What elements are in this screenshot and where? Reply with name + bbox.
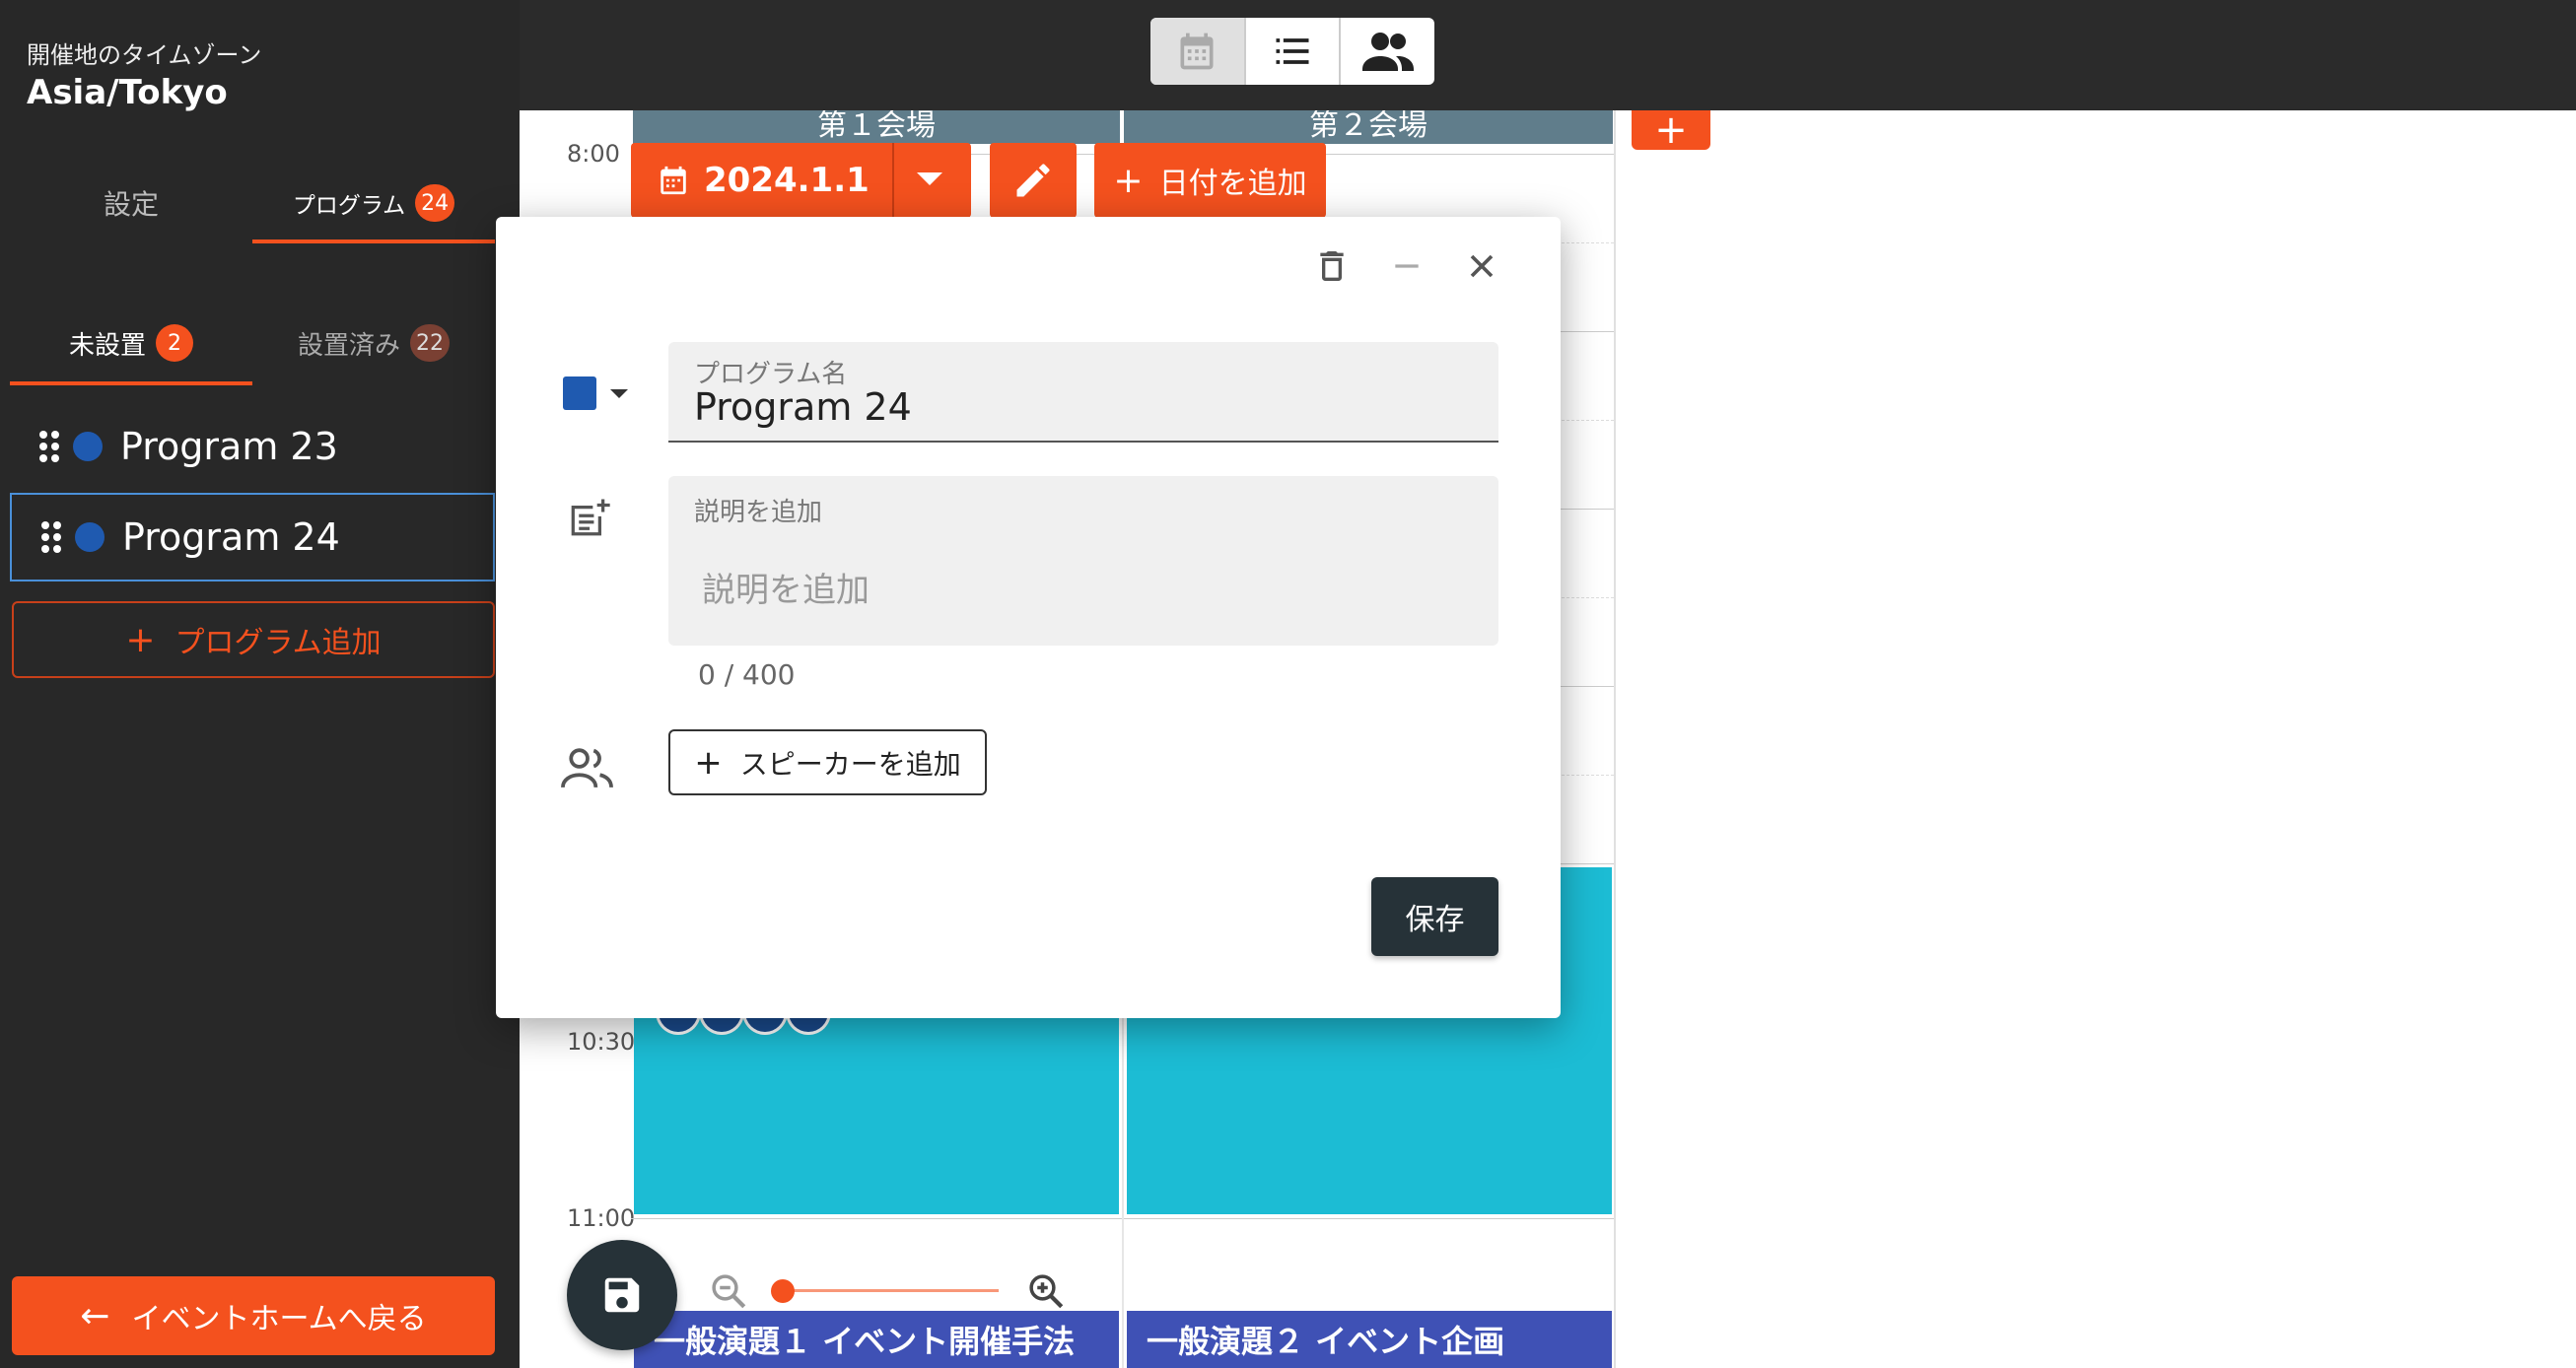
color-swatch xyxy=(563,376,596,410)
program-name: Program 23 xyxy=(120,425,338,468)
venue-header-1[interactable]: 第１会場 xyxy=(633,110,1120,144)
program-title: 一般演題１ イベント開催手法 xyxy=(654,1323,1076,1360)
back-to-event-home-button[interactable]: ← イベントホームへ戻る xyxy=(12,1276,495,1355)
description-placeholder: 説明を追加 xyxy=(702,571,870,610)
plus-icon: + xyxy=(1654,107,1688,153)
tab-settings[interactable]: 設定 xyxy=(10,163,252,243)
program-name-value: Program 24 xyxy=(694,385,912,429)
chevron-down-icon xyxy=(610,388,628,398)
save-button[interactable]: 保存 xyxy=(1371,877,1498,956)
top-bar xyxy=(520,0,2576,110)
program-color-dot xyxy=(73,432,103,461)
zoom-thumb[interactable] xyxy=(771,1279,795,1303)
trash-icon[interactable] xyxy=(1312,246,1352,286)
add-note-icon xyxy=(571,499,610,536)
pencil-icon xyxy=(1016,164,1050,197)
subtab-unplaced-label: 未設置 xyxy=(68,330,146,361)
edit-date-button[interactable] xyxy=(990,143,1077,218)
calendar-icon xyxy=(661,166,686,195)
unplaced-count-badge: 2 xyxy=(156,324,193,362)
program-block[interactable]: 一般演題１ イベント開催手法 xyxy=(634,1311,1119,1368)
add-date-label: 日付を追加 xyxy=(1158,167,1307,201)
program-edit-dialog: プログラム名 Program 24 説明を追加 説明を追加 0 / 400 + … xyxy=(496,217,1561,1018)
time-label: 10:30 xyxy=(567,1028,636,1056)
empty-area xyxy=(1614,110,2576,1368)
program-title: 一般演題２ イベント企画 xyxy=(1147,1323,1505,1360)
programs-count-badge: 24 xyxy=(415,184,455,222)
timezone-label: 開催地のタイムゾーン xyxy=(27,41,262,69)
time-label: 11:00 xyxy=(567,1204,636,1232)
program-name-field[interactable]: プログラム名 Program 24 xyxy=(668,342,1498,443)
add-venue-button[interactable]: + xyxy=(1632,110,1710,150)
tab-settings-label: 設定 xyxy=(103,188,159,221)
save-label: 保存 xyxy=(1405,903,1465,937)
plus-icon: + xyxy=(1113,160,1144,201)
divider xyxy=(892,143,894,218)
save-icon xyxy=(604,1277,640,1313)
venue-name: 第１会場 xyxy=(817,110,936,143)
add-date-button[interactable]: + 日付を追加 xyxy=(1094,143,1326,218)
plus-icon: + xyxy=(694,742,723,783)
date-select-button[interactable]: 2024.1.1 xyxy=(631,143,971,218)
color-picker[interactable] xyxy=(563,376,628,410)
list-item[interactable]: Program 23 xyxy=(10,402,495,491)
program-color-dot xyxy=(75,522,104,552)
list-view-button[interactable] xyxy=(1246,18,1342,85)
sidebar-tabs: 設定 プログラム 24 xyxy=(10,163,495,243)
tab-programs-label: プログラム xyxy=(292,193,406,219)
add-program-label: プログラム追加 xyxy=(174,626,382,660)
add-speaker-label: スピーカーを追加 xyxy=(739,747,961,781)
back-label: イベントホームへ戻る xyxy=(131,1302,427,1336)
save-schedule-button[interactable] xyxy=(567,1240,677,1350)
placed-count-badge: 22 xyxy=(410,324,450,362)
program-name: Program 24 xyxy=(122,515,340,559)
description-label: 説明を追加 xyxy=(694,498,823,527)
zoom-slider[interactable] xyxy=(708,1266,1073,1316)
drag-handle-icon[interactable] xyxy=(41,521,61,553)
close-icon[interactable] xyxy=(1462,246,1501,286)
program-subtabs: 未設置 2 設置済み 22 xyxy=(10,301,495,385)
subtab-placed[interactable]: 設置済み 22 xyxy=(252,301,495,385)
date-label: 2024.1.1 xyxy=(704,161,870,200)
zoom-out-icon[interactable] xyxy=(708,1270,749,1312)
venue-name: 第２会場 xyxy=(1309,110,1427,143)
zoom-in-icon[interactable] xyxy=(1025,1270,1067,1312)
arrow-left-icon: ← xyxy=(80,1295,110,1336)
add-speaker-button[interactable]: + スピーカーを追加 xyxy=(668,729,987,795)
timezone-value: Asia/Tokyo xyxy=(27,73,228,112)
sidebar: 開催地のタイムゾーン Asia/Tokyo 設定 プログラム 24 未設置 2 … xyxy=(0,0,520,1368)
chevron-down-icon[interactable] xyxy=(917,172,942,185)
minimize-icon[interactable] xyxy=(1387,246,1427,286)
subtab-unplaced[interactable]: 未設置 2 xyxy=(10,301,252,385)
program-block[interactable]: 一般演題２ イベント企画 xyxy=(1127,1311,1612,1368)
view-toggle xyxy=(1150,18,1434,85)
venue-header-2[interactable]: 第２会場 xyxy=(1124,110,1613,144)
speaker-view-button[interactable] xyxy=(1341,18,1434,85)
time-label: 8:00 xyxy=(567,140,620,168)
people-icon xyxy=(1361,33,1414,71)
calendar-view-button[interactable] xyxy=(1150,18,1246,85)
zoom-track[interactable] xyxy=(782,1289,999,1292)
people-icon xyxy=(561,748,613,788)
dialog-actions xyxy=(1312,246,1501,286)
description-field[interactable]: 説明を追加 説明を追加 xyxy=(668,476,1498,646)
drag-handle-icon[interactable] xyxy=(39,431,59,462)
tab-programs[interactable]: プログラム 24 xyxy=(252,163,495,243)
add-program-button[interactable]: + プログラム追加 xyxy=(12,601,495,678)
plus-icon: + xyxy=(125,619,156,660)
list-item[interactable]: Program 24 xyxy=(10,493,495,581)
character-counter: 0 / 400 xyxy=(698,658,796,691)
list-icon xyxy=(1276,38,1309,64)
calendar-icon xyxy=(1180,33,1214,70)
subtab-placed-label: 設置済み xyxy=(297,330,400,361)
